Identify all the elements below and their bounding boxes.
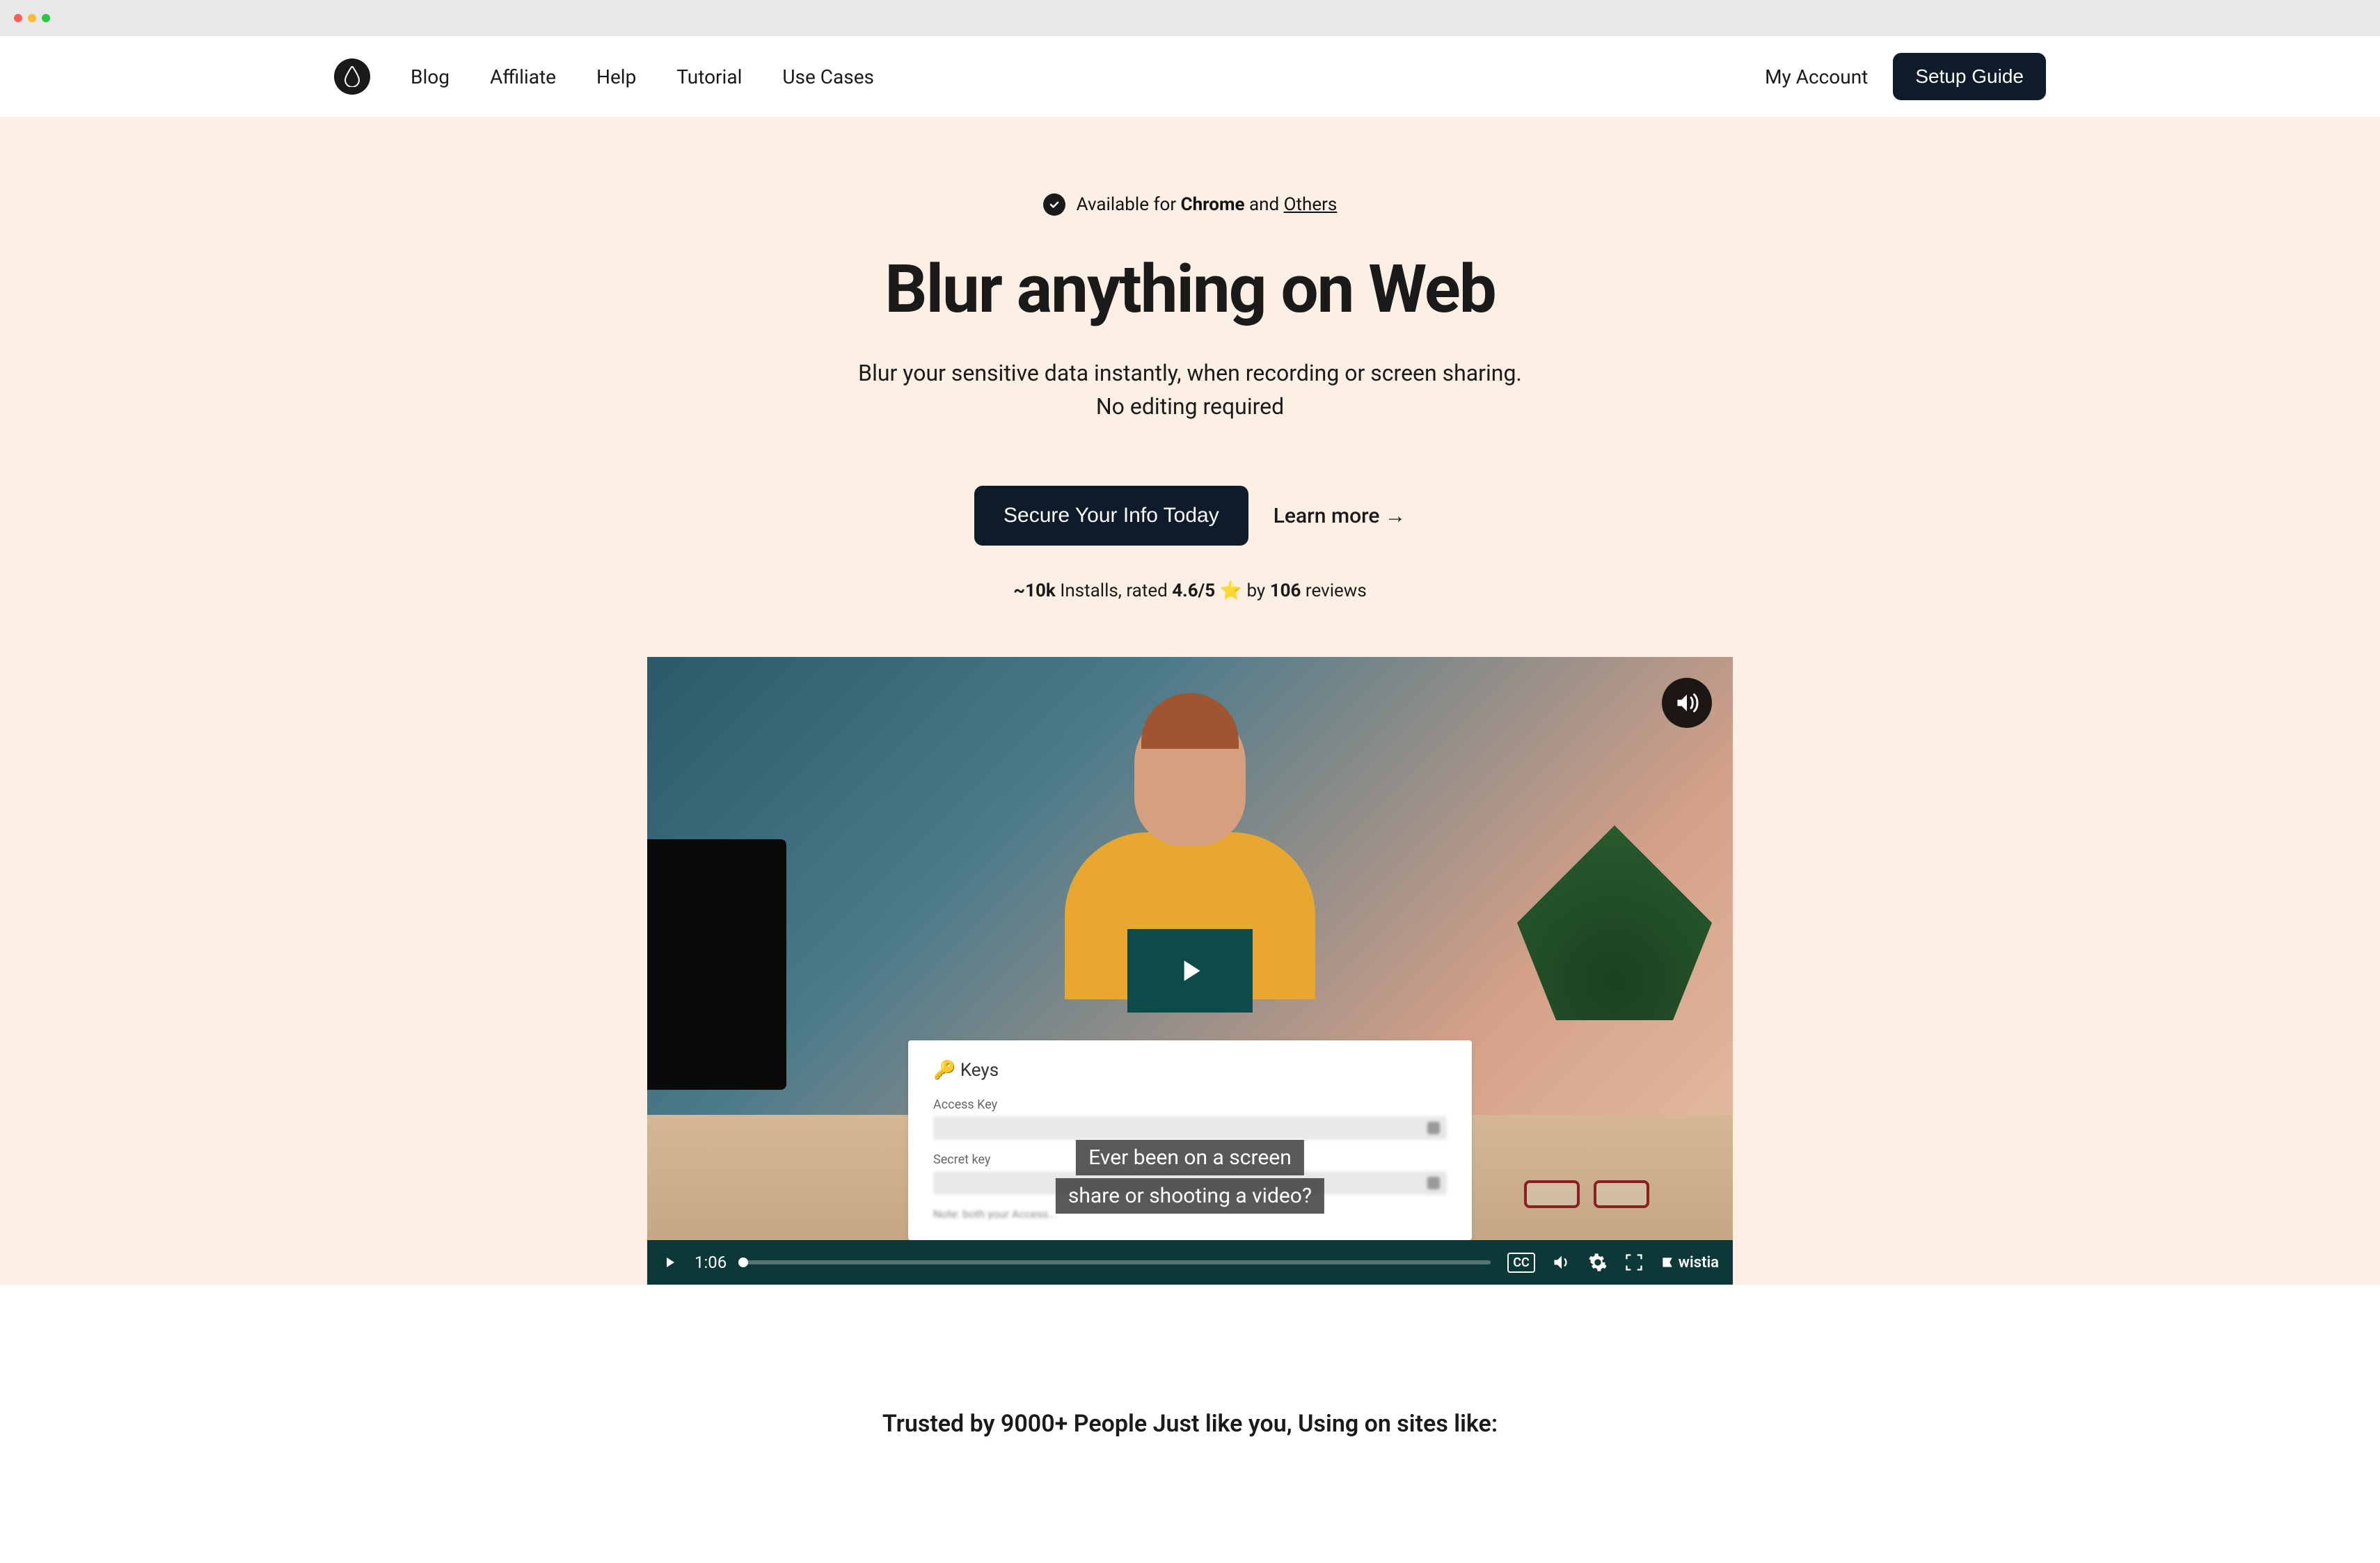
play-button[interactable] bbox=[1127, 929, 1253, 1013]
cta-row: Secure Your Info Today Learn more → bbox=[0, 486, 2380, 546]
volume-small-icon bbox=[1552, 1253, 1571, 1272]
video-progress-bar[interactable] bbox=[743, 1260, 1491, 1264]
nav-link-blog[interactable]: Blog bbox=[411, 65, 450, 88]
nav-link-tutorial[interactable]: Tutorial bbox=[676, 65, 742, 88]
caption-box: Ever been on a screen share or shooting … bbox=[1056, 1138, 1324, 1215]
wistia-flag-icon bbox=[1660, 1255, 1674, 1269]
video-play-button[interactable] bbox=[661, 1254, 678, 1271]
cc-button[interactable]: CC bbox=[1507, 1253, 1535, 1273]
overlay-access-field bbox=[933, 1116, 1447, 1140]
nav-link-usecases[interactable]: Use Cases bbox=[782, 65, 874, 88]
nav-left: Blog Affiliate Help Tutorial Use Cases bbox=[334, 58, 874, 95]
caption-line2: share or shooting a video? bbox=[1056, 1178, 1324, 1214]
play-icon bbox=[1173, 953, 1207, 988]
check-circle-icon bbox=[1043, 193, 1065, 216]
hero-title: Blur anything on Web bbox=[0, 251, 2380, 328]
fullscreen-button[interactable] bbox=[1624, 1253, 1644, 1272]
overlay-access-label: Access Key bbox=[933, 1097, 1447, 1112]
cta-primary-button[interactable]: Secure Your Info Today bbox=[974, 486, 1248, 546]
trusted-text: Trusted by 9000+ People Just like you, U… bbox=[0, 1410, 2380, 1438]
logo[interactable] bbox=[334, 58, 370, 95]
droplet-icon bbox=[344, 66, 360, 87]
volume-button[interactable] bbox=[1552, 1253, 1571, 1272]
settings-button[interactable] bbox=[1588, 1253, 1608, 1272]
fullscreen-icon bbox=[1624, 1253, 1644, 1272]
trusted-section: Trusted by 9000+ People Just like you, U… bbox=[0, 1285, 2380, 1563]
traffic-light-maximize[interactable] bbox=[42, 14, 50, 22]
overlay-title: 🔑 Keys bbox=[933, 1060, 1447, 1081]
traffic-light-minimize[interactable] bbox=[28, 14, 36, 22]
plant-prop bbox=[1517, 825, 1712, 1104]
setup-guide-button[interactable]: Setup Guide bbox=[1893, 53, 2046, 100]
hero-section: Available for Chrome and Others Blur any… bbox=[0, 117, 2380, 1285]
hero-subtitle: Blur your sensitive data instantly, when… bbox=[0, 356, 2380, 423]
availability-badge: Available for Chrome and Others bbox=[1043, 193, 1338, 216]
nav-link-affiliate[interactable]: Affiliate bbox=[490, 65, 556, 88]
navbar: Blog Affiliate Help Tutorial Use Cases M… bbox=[0, 36, 2380, 117]
cta-secondary-link[interactable]: Learn more → bbox=[1274, 504, 1406, 528]
nav-right: My Account Setup Guide bbox=[1765, 53, 2046, 100]
nav-links: Blog Affiliate Help Tutorial Use Cases bbox=[411, 65, 874, 88]
wistia-logo[interactable]: wistia bbox=[1660, 1254, 1719, 1271]
play-small-icon bbox=[661, 1254, 678, 1271]
stats-line: ~10k Installs, rated 4.6/5 ⭐ by 106 revi… bbox=[0, 580, 2380, 601]
window-chrome bbox=[0, 0, 2380, 36]
volume-badge-button[interactable] bbox=[1662, 678, 1712, 728]
video-controls: 1:06 CC bbox=[647, 1240, 1733, 1285]
video-controls-right: CC bbox=[1507, 1253, 1719, 1273]
availability-text: Available for Chrome and Others bbox=[1077, 194, 1338, 215]
traffic-light-close[interactable] bbox=[14, 14, 22, 22]
video-progress-handle[interactable] bbox=[738, 1257, 748, 1267]
my-account-link[interactable]: My Account bbox=[1765, 65, 1868, 88]
gear-icon bbox=[1588, 1253, 1608, 1272]
video-time: 1:06 bbox=[695, 1253, 727, 1272]
video-player[interactable]: 🔑 Keys Access Key Secret key Note: both … bbox=[647, 657, 1733, 1285]
others-link[interactable]: Others bbox=[1284, 194, 1338, 215]
nav-link-help[interactable]: Help bbox=[596, 65, 636, 88]
volume-icon bbox=[1674, 690, 1699, 715]
monitor-prop bbox=[647, 839, 786, 1090]
glasses-prop bbox=[1524, 1180, 1663, 1215]
caption-line1: Ever been on a screen bbox=[1076, 1140, 1304, 1175]
